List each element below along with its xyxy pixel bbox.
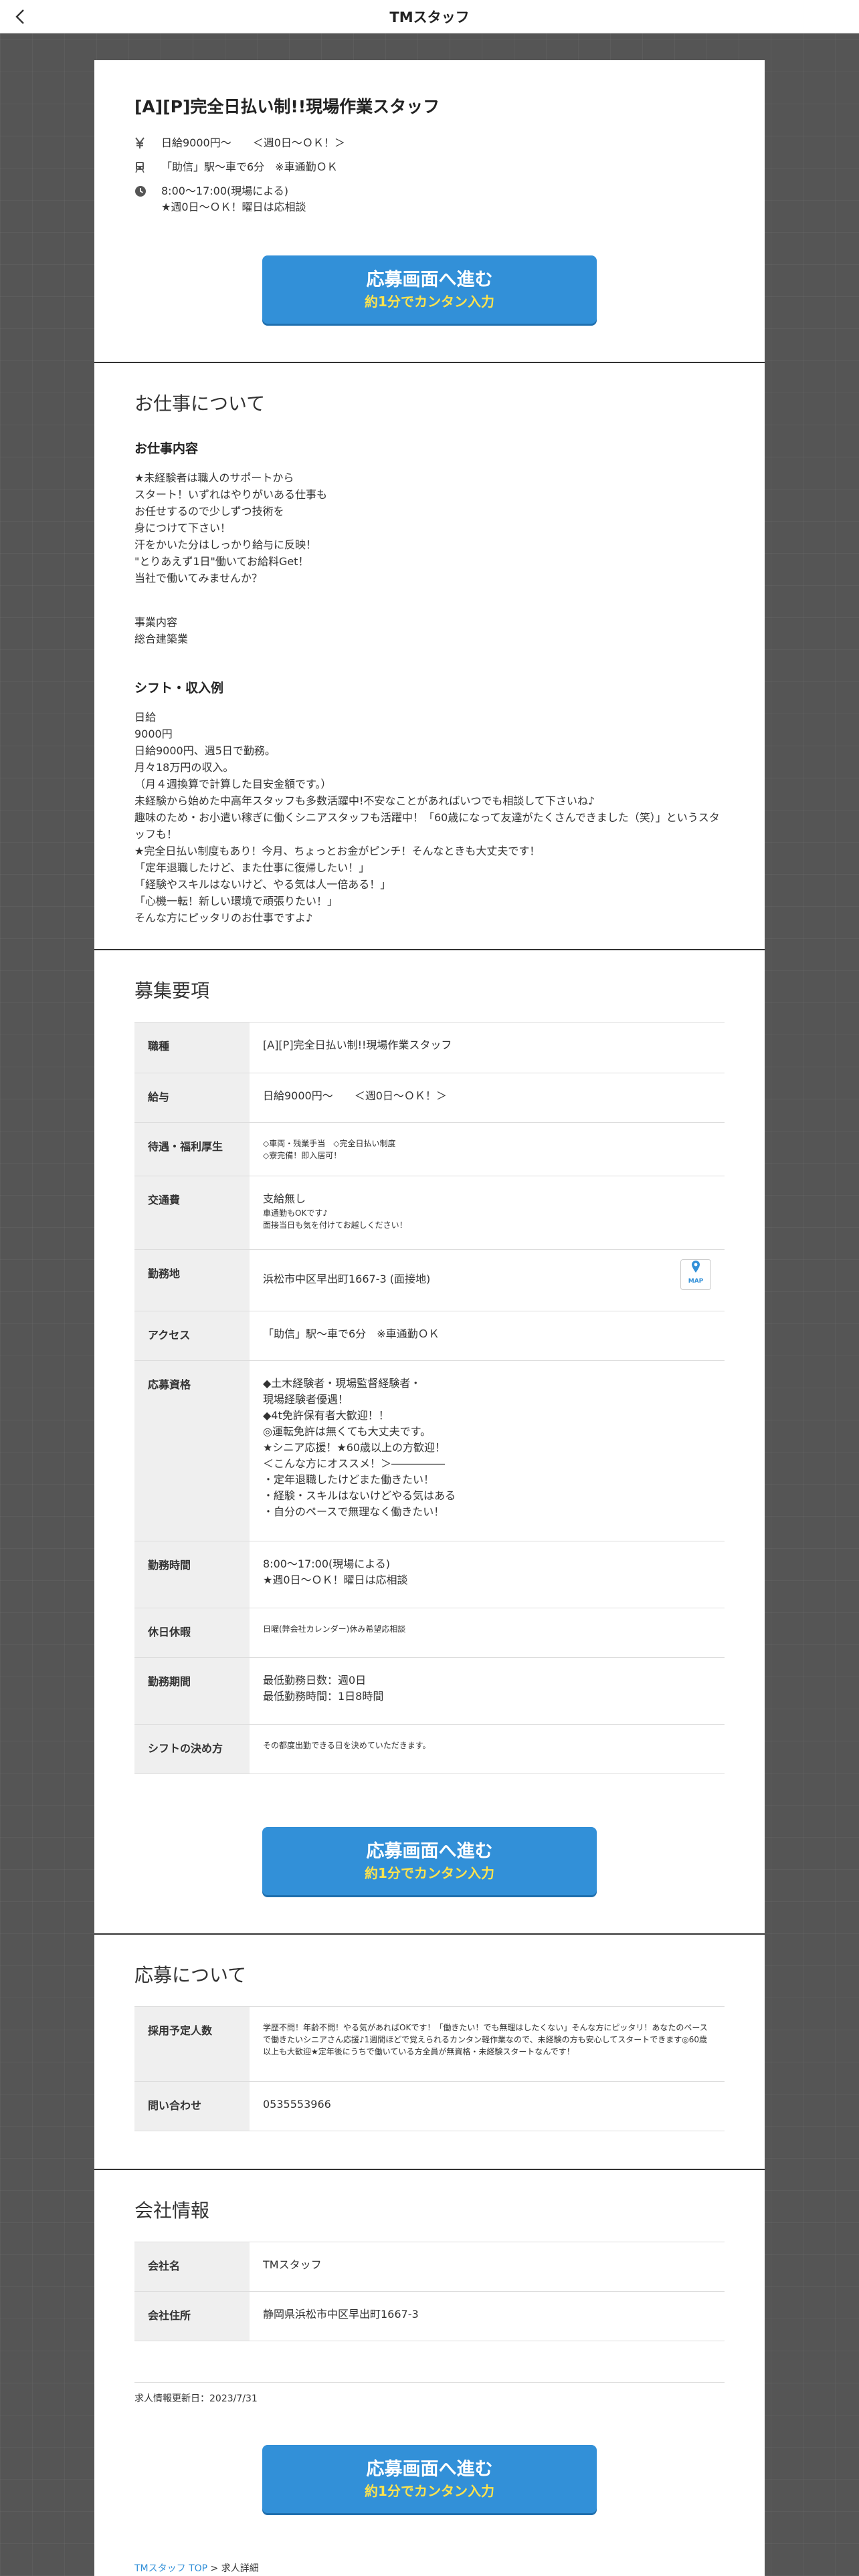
table-row: 採用予定人数 学歴不問！年齢不問！やる気があればOKです！「働きたい！でも無理は… <box>134 2007 725 2082</box>
table-row: 勤務地 浜松市中区早出町1667-3 (面接地) MAP <box>134 1250 725 1311</box>
apply-button-top[interactable]: 応募画面へ進む 約1分でカンタン入力 <box>262 255 597 324</box>
application-heading: 応募について <box>134 1964 247 1986</box>
shift-text: 日給 9000円 日給9000円、週5日で勤務。 月々18万円の収入。 （月４週… <box>134 711 720 924</box>
job-title: [A][P]完全日払い制!!現場作業スタッフ <box>134 97 440 116</box>
table-row: 職種 [A][P]完全日払い制!!現場作業スタッフ <box>134 1023 725 1073</box>
application-table: 採用予定人数 学歴不問！年齢不問！やる気があればOKです！「働きたい！でも無理は… <box>134 2006 725 2131</box>
table-row: 待遇・福利厚生 ◇車両・残業手当 ◇完全日払い制度 ◇寮完備！即入居可！ <box>134 1123 725 1176</box>
table-row: 交通費 支給無し 車通勤もOKです♪ 面接当日も気を付けてお越しください！ <box>134 1176 725 1250</box>
shift-heading: シフト・収入例 <box>134 681 224 695</box>
back-button[interactable] <box>9 6 31 27</box>
table-row: 会社名 TMスタッフ <box>134 2242 725 2292</box>
apply-button-label: 応募画面へ進む <box>366 2459 493 2480</box>
apply-button-sublabel: 約1分でカンタン入力 <box>365 2483 494 2499</box>
access-row: 「助信」駅～車で6分 ※車通勤ＯＫ <box>134 159 338 175</box>
apply-button-bottom[interactable]: 応募画面へ進む 約1分でカンタン入力 <box>262 2445 597 2513</box>
company-heading: 会社情報 <box>134 2199 210 2222</box>
updated-date: 求人情報更新日：2023/7/31 <box>134 2393 258 2404</box>
apply-button-sublabel: 約1分でカンタン入力 <box>365 1865 494 1881</box>
table-row: 応募資格 ◆土木経験者・現場監督経験者・ 現場経験者優遇！ ◆4t免許保有者大歓… <box>134 1361 725 1541</box>
location-text: 浜松市中区早出町1667-3 (面接地) <box>263 1273 431 1285</box>
salary-text: 日給9000円～ ＜週0日～ＯＫ！＞ <box>161 136 345 149</box>
hours-row: 8:00～17:00(現場による) ★週0日～ＯＫ！曜日は応相談 <box>134 183 306 215</box>
train-icon <box>135 162 145 173</box>
clock-icon <box>135 186 146 197</box>
table-row: 給与 日給9000円～ ＜週0日～ＯＫ！＞ <box>134 1073 725 1123</box>
table-row: 問い合わせ 0535553966 <box>134 2082 725 2131</box>
table-row: 勤務時間 8:00～17:00(現場による) ★週0日～ＯＫ！曜日は応相談 <box>134 1541 725 1608</box>
about-heading: お仕事について <box>134 393 266 415</box>
map-button[interactable]: MAP <box>680 1259 711 1290</box>
table-row: 会社住所 静岡県浜松市中区早出町1667-3 <box>134 2292 725 2341</box>
breadcrumb-current: 求人詳細 <box>221 2563 259 2574</box>
top-bar: TMスタッフ <box>0 0 859 33</box>
divider <box>134 2382 725 2383</box>
section-divider <box>94 1933 765 1935</box>
job-content-text: ★未経験者は職人のサポートから スタート！いずれはやりがいある仕事も お任せする… <box>134 471 328 584</box>
table-row: 勤務期間 最低勤務日数：週0日 最低勤務時間：1日8時間 <box>134 1658 725 1725</box>
table-row: 休日休暇 日曜(弊会社カレンダー)休み希望応相談 <box>134 1608 725 1658</box>
apply-button-middle[interactable]: 応募画面へ進む 約1分でカンタン入力 <box>262 1827 597 1895</box>
breadcrumb-top-link[interactable]: TMスタッフ TOP <box>134 2563 207 2574</box>
contact-phone[interactable]: 0535553966 <box>250 2082 725 2131</box>
apply-button-label: 応募画面へ進む <box>366 270 493 290</box>
table-row: シフトの決め方 その都度出勤できる日を決めていただきます。 <box>134 1725 725 1774</box>
yen-icon <box>135 137 145 148</box>
breadcrumb: TMスタッフ TOP > 求人詳細 <box>134 2563 259 2574</box>
job-detail-card: [A][P]完全日払い制!!現場作業スタッフ 日給9000円～ ＜週0日～ＯＫ！… <box>94 60 765 2576</box>
section-divider <box>94 362 765 363</box>
section-divider <box>94 949 765 950</box>
section-divider <box>94 2169 765 2170</box>
requirements-heading: 募集要項 <box>134 980 210 1002</box>
salary-row: 日給9000円～ ＜週0日～ＯＫ！＞ <box>134 135 345 151</box>
access-text: 「助信」駅～車で6分 ※車通勤ＯＫ <box>161 160 338 173</box>
days-text: ★週0日～ＯＫ！曜日は応相談 <box>161 201 306 213</box>
hours-text: 8:00～17:00(現場による) <box>161 185 289 197</box>
apply-button-sublabel: 約1分でカンタン入力 <box>365 294 494 310</box>
table-row: アクセス 「助信」駅～車で6分 ※車通勤ＯＫ <box>134 1311 725 1361</box>
chevron-left-icon <box>15 9 24 24</box>
app-title: TMスタッフ <box>389 9 470 25</box>
requirements-table: 職種 [A][P]完全日払い制!!現場作業スタッフ 給与 日給9000円～ ＜週… <box>134 1022 725 1774</box>
company-table: 会社名 TMスタッフ 会社住所 静岡県浜松市中区早出町1667-3 <box>134 2242 725 2341</box>
apply-button-label: 応募画面へ進む <box>366 1841 493 1862</box>
map-pin-icon <box>692 1261 700 1273</box>
business-text: 事業内容 総合建築業 <box>134 616 189 645</box>
job-content-heading: お仕事内容 <box>134 441 199 456</box>
